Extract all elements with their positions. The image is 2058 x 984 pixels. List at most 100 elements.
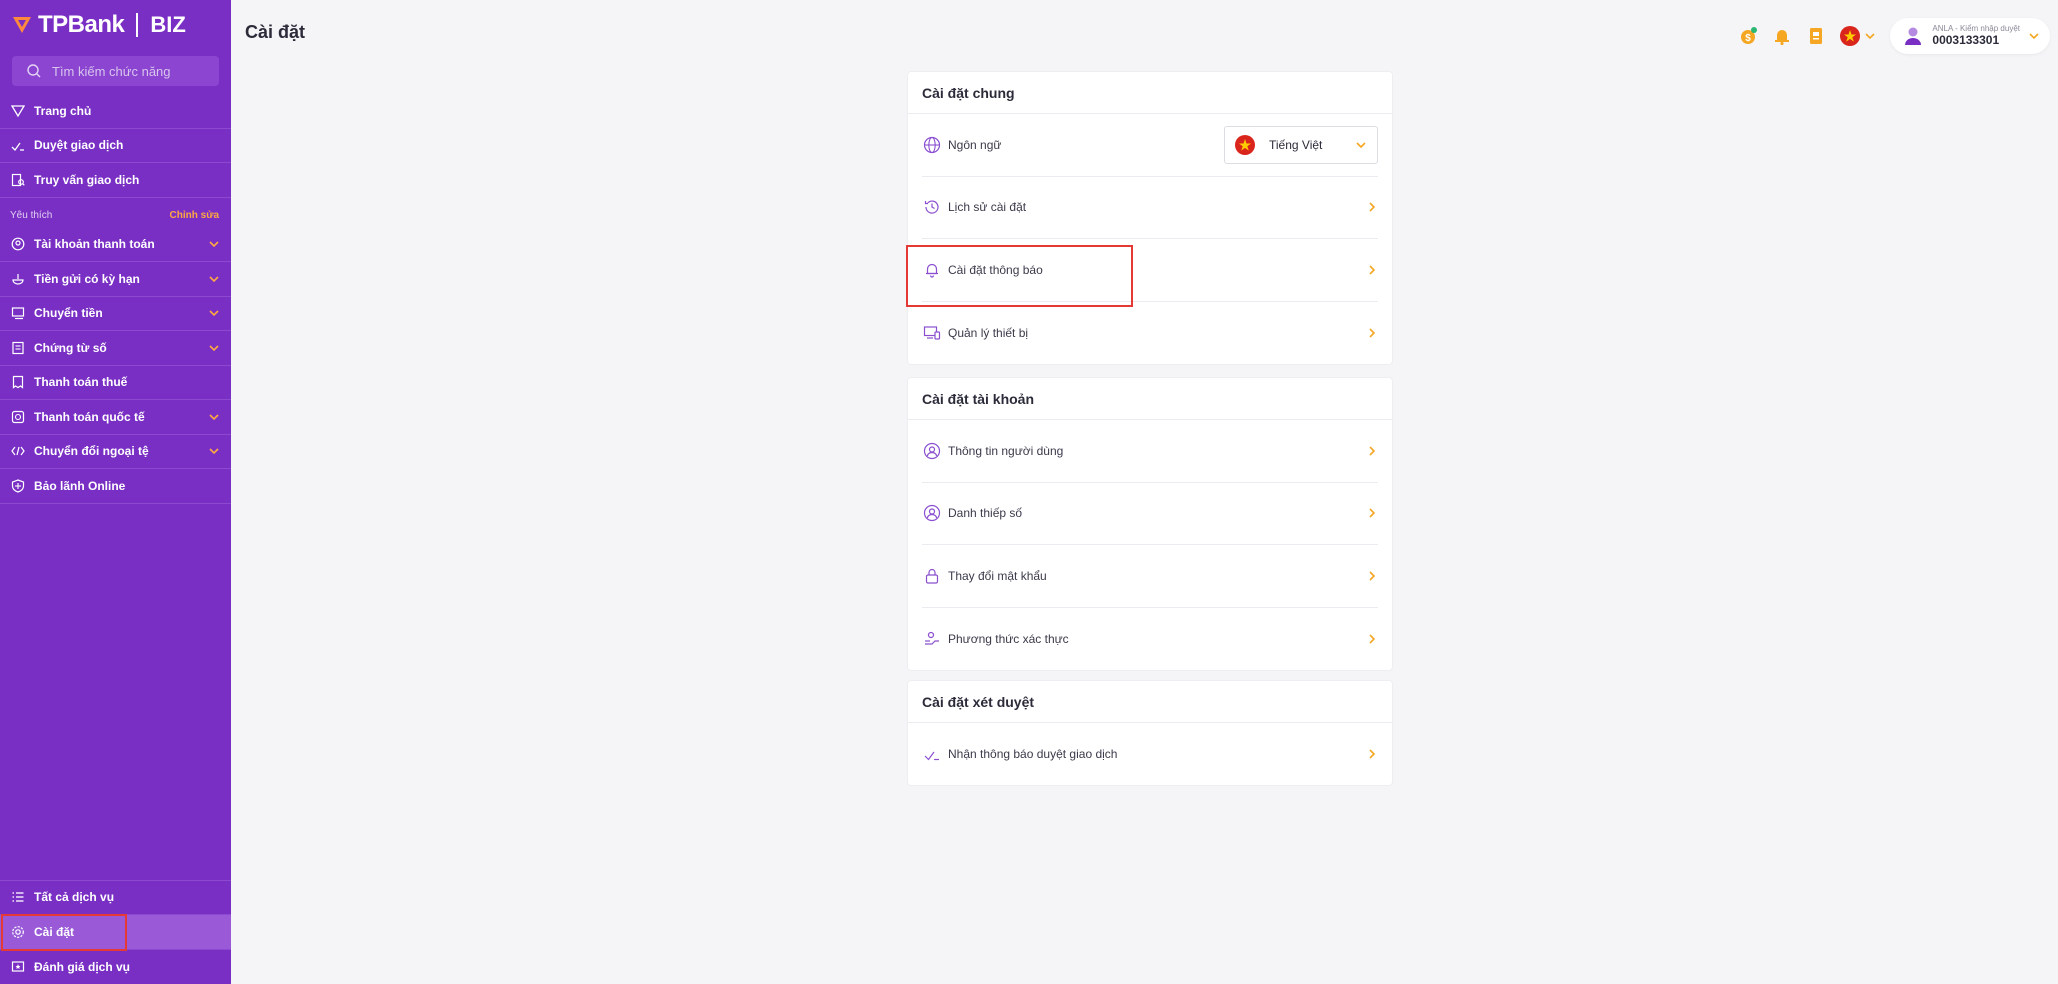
chevron-right-icon [1369, 508, 1376, 518]
sidebar-item-approve-transactions[interactable]: Duyệt giao dịch [0, 129, 231, 163]
user-info-row[interactable]: Thông tin người dùng [922, 420, 1378, 483]
chevron-right-icon [1369, 446, 1376, 456]
sidebar-item-international-payment[interactable]: Thanh toán quốc tế [0, 400, 231, 435]
account-circle-icon [10, 236, 26, 252]
settings-history-label: Lịch sử cài đặt [948, 200, 1027, 215]
approve-icon [10, 137, 26, 153]
top-bar: $ ANLA - Kiểm nhập duyệt 0003133301 [1738, 18, 2050, 54]
settings-history-row[interactable]: Lịch sử cài đặt [922, 177, 1378, 239]
sidebar-item-label: Cài đặt [34, 924, 75, 939]
feedback-icon [10, 959, 26, 975]
chevron-down-icon [209, 414, 219, 420]
change-password-row[interactable]: Thay đổi mật khẩu [922, 545, 1378, 608]
user-account-menu[interactable]: ANLA - Kiểm nhập duyệt 0003133301 [1890, 18, 2050, 54]
sidebar-item-settings[interactable]: Cài đặt [0, 915, 231, 950]
lock-icon [922, 566, 942, 586]
auth-method-row[interactable]: Phương thức xác thực [922, 608, 1378, 671]
exchange-icon [10, 443, 26, 459]
search-icon [27, 64, 41, 78]
sidebar-item-payment-account[interactable]: Tài khoản thanh toán [0, 228, 231, 262]
approve-check-icon [922, 744, 942, 764]
sidebar-item-service-review[interactable]: Đánh giá dịch vụ [0, 950, 231, 984]
chevron-down-icon [1356, 142, 1366, 148]
device-management-label: Quản lý thiết bị [948, 325, 1029, 340]
page-title: Cài đặt [245, 22, 306, 42]
sidebar-item-home[interactable]: Trang chủ [0, 94, 231, 129]
shield-icon [10, 478, 26, 494]
favorites-edit-link[interactable]: Chỉnh sửa [170, 210, 219, 221]
brand[interactable]: TPBank BIZ [0, 0, 231, 50]
document-search-icon [10, 172, 26, 188]
vietnam-flag-icon [1235, 134, 1255, 155]
sidebar-item-query-transactions[interactable]: Truy vấn giao dịch [0, 163, 231, 198]
business-card-icon [922, 503, 942, 523]
sidebar-item-term-deposit[interactable]: Tiền gửi có kỳ hạn [0, 262, 231, 297]
globe-icon [922, 135, 942, 155]
language-label: Ngôn ngữ [948, 137, 1002, 152]
language-select[interactable]: Tiếng Việt [1224, 125, 1378, 164]
transfer-icon [10, 305, 26, 321]
digital-business-card-label: Danh thiếp số [948, 506, 1023, 521]
sidebar-item-transfer[interactable]: Chuyển tiền [0, 297, 231, 331]
account-settings-card: Cài đặt tài khoản Thông tin người dùng D… [908, 378, 1392, 670]
chevron-down-icon [2029, 33, 2039, 40]
sidebar-bottom: Tất cả dịch vụ Cài đặt Đánh giá dịch vụ [0, 879, 231, 984]
favorites-header: Yêu thích Chỉnh sửa [0, 204, 231, 228]
sidebar-item-online-guarantee[interactable]: Bảo lãnh Online [0, 469, 231, 504]
sidebar-item-currency-exchange[interactable]: Chuyển đổi ngoại tệ [0, 435, 231, 469]
chevron-down-icon [209, 241, 219, 248]
brand-name: TPBank [38, 11, 125, 38]
chevron-down-icon [209, 276, 219, 282]
sidebar-item-digital-documents[interactable]: Chứng từ số [0, 331, 231, 366]
globe-payment-icon [10, 409, 26, 425]
chevron-right-icon [1369, 571, 1376, 581]
notification-settings-label: Cài đặt thông báo [948, 262, 1043, 277]
device-management-row[interactable]: Quản lý thiết bị [922, 302, 1378, 365]
piggy-bank-icon [10, 271, 26, 287]
sidebar-item-label: Tài khoản thanh toán [34, 237, 155, 252]
digital-business-card-row[interactable]: Danh thiếp số [922, 483, 1378, 545]
sidebar-item-label: Chứng từ số [34, 340, 107, 355]
favorites-title: Yêu thích [10, 210, 53, 221]
gear-icon [10, 924, 26, 940]
chevron-down-icon [209, 448, 219, 455]
sidebar-item-label: Thanh toán thuế [34, 375, 128, 390]
language-value: Tiếng Việt [1269, 137, 1323, 152]
chevron-right-icon [1369, 749, 1376, 759]
user-meta: ANLA - Kiểm nhập duyệt 0003133301 [1932, 24, 2020, 47]
device-icon [922, 323, 942, 343]
change-password-label: Thay đổi mật khẩu [948, 568, 1047, 583]
key-hand-icon [922, 629, 942, 649]
sidebar-item-label: Chuyển đổi ngoại tệ [34, 444, 149, 459]
user-info-label: Thông tin người dùng [948, 443, 1064, 458]
language-switcher[interactable] [1840, 26, 1876, 46]
chevron-right-icon [1369, 202, 1376, 212]
sidebar-item-tax-payment[interactable]: Thanh toán thuế [0, 366, 231, 400]
home-icon [10, 103, 26, 119]
promotion-icon[interactable]: $ [1738, 26, 1758, 46]
sidebar-item-label: Tiền gửi có kỳ hạn [34, 271, 140, 286]
contact-book-icon[interactable] [1806, 26, 1826, 46]
card-title: Cài đặt chung [908, 72, 1392, 114]
chevron-right-icon [1369, 265, 1376, 275]
document-icon [10, 340, 26, 356]
sidebar-item-label: Truy vấn giao dịch [34, 172, 140, 187]
brand-product: BIZ [150, 12, 186, 37]
chevron-down-icon [209, 345, 219, 351]
sidebar-item-label: Thanh toán quốc tế [34, 409, 145, 424]
main-content: Cài đặt $ ANLA - Kiểm nhập duyệt 0003133… [231, 0, 2058, 984]
tpbank-logo-icon [13, 17, 31, 33]
sidebar-search[interactable] [12, 56, 219, 86]
notification-bell-icon[interactable] [1772, 26, 1792, 46]
sidebar-item-label: Duyệt giao dịch [34, 138, 124, 153]
card-title: Cài đặt xét duyệt [908, 681, 1392, 723]
avatar [1905, 27, 1922, 45]
chevron-down-icon [209, 310, 219, 317]
approval-notice-row[interactable]: Nhận thông báo duyệt giao dịch [922, 723, 1378, 785]
vietnam-flag-icon [1840, 26, 1861, 46]
notification-settings-row[interactable]: Cài đặt thông báo [922, 239, 1378, 302]
auth-method-label: Phương thức xác thực [948, 631, 1069, 646]
function-search-input[interactable] [52, 63, 202, 79]
list-icon [10, 889, 26, 905]
sidebar-item-all-services[interactable]: Tất cả dịch vụ [0, 881, 231, 915]
